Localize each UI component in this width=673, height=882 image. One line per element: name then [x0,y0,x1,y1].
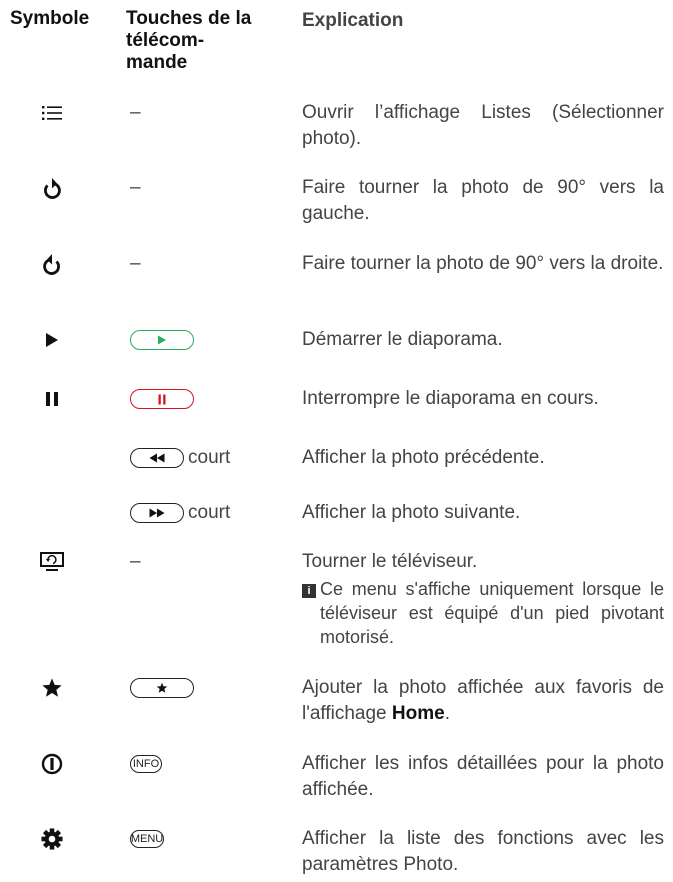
row-explanation-main: Tourner le téléviseur. [302,551,478,572]
key-dash: – [130,177,141,198]
row-explanation: Démarrer le diaporama. [302,329,503,350]
row-explanation: Afficher les infos détaillées pour la ph… [302,753,664,800]
explanation-text: Ajouter la photo affichée aux favoris de… [302,677,664,724]
key-dash: – [130,102,141,123]
row-explanation: Afficher la photo précédente. [302,447,545,468]
row-explanation: Afficher la liste des fonctions avec les… [302,828,664,875]
explanation-bold: Home [391,703,445,724]
row-explanation: Faire tourner la photo de 90° vers la dr… [302,253,664,274]
star-button [130,675,194,701]
row-explanation: Afficher la photo suivante. [302,502,521,523]
pause-icon [32,386,72,412]
menu-button: MENU [130,826,164,852]
row-explanation: Ajouter la photo affichée aux favoris de… [302,675,664,727]
list-icon [32,100,72,126]
menu-button-label: MENU [130,830,164,848]
play-icon [32,327,72,353]
rewind-button: court [130,445,230,471]
play-button [130,327,194,353]
key-dash: – [130,551,141,572]
info-icon [32,751,72,777]
key-suffix: court [188,502,231,523]
row-explanation: Faire tourner la photo de 90° vers la ga… [302,177,664,224]
info-button: INFO [130,751,162,777]
row-explanation: Tourner le téléviseur. i Ce menu s'affich… [302,549,664,649]
gear-icon [32,826,72,852]
header-keys: Touches de la télécom-mande [126,8,252,73]
row-explanation: Ouvrir l’affichage Listes (Sélectionner … [302,102,664,149]
header-symbol: Symbole [10,8,90,29]
key-suffix: court [188,447,231,468]
header-explanation: Explication [302,10,404,31]
row-explanation: Interrompre le diaporama en cours. [302,388,599,409]
key-dash: – [130,253,141,274]
explanation-end: . [444,703,450,724]
rotate-right-icon [32,251,72,277]
note: i Ce menu s'affiche uniquement lorsque le… [302,577,664,649]
tv-rotate-icon [32,549,72,575]
note-text: Ce menu s'affiche uniquement lorsque le … [320,579,664,647]
forward-button: court [130,500,230,526]
info-note-icon: i [302,584,316,598]
star-icon [32,675,72,701]
info-button-label: INFO [130,755,162,773]
rotate-left-icon [32,175,72,201]
pause-button [130,386,194,412]
